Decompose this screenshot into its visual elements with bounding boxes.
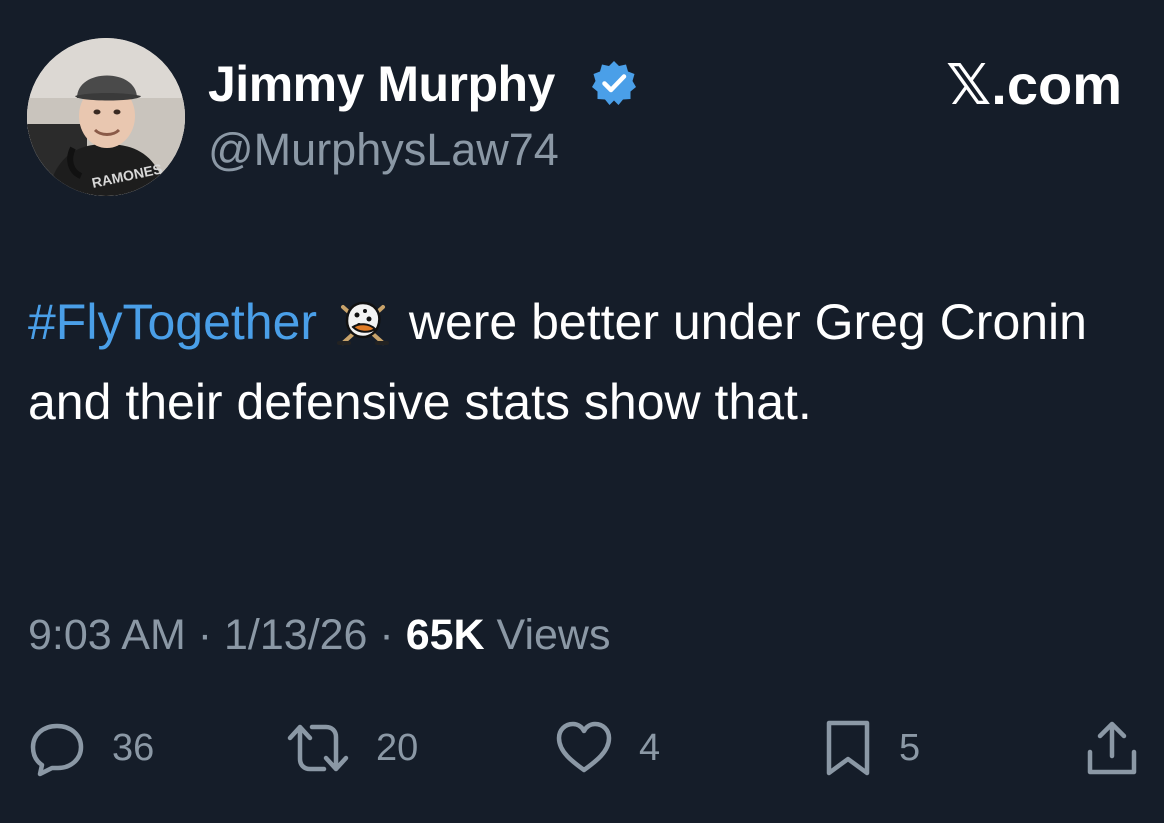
reply-count: 36 bbox=[112, 726, 155, 769]
like-button[interactable]: 4 bbox=[555, 716, 660, 780]
author-display-name[interactable]: Jimmy Murphy bbox=[208, 54, 555, 114]
views-label: Views bbox=[496, 611, 611, 659]
tweet-meta: 9:03 AM · 1/13/26 · 65K Views bbox=[28, 608, 610, 662]
views-count[interactable]: 65K bbox=[406, 611, 485, 659]
like-count: 4 bbox=[639, 726, 661, 769]
heart-icon bbox=[556, 721, 612, 773]
bookmark-count: 5 bbox=[899, 726, 921, 769]
tweet-actions-bar: 36 20 4 5 bbox=[28, 716, 1140, 780]
meta-separator: · bbox=[197, 611, 213, 659]
repost-count: 20 bbox=[376, 726, 419, 769]
tweet-time[interactable]: 9:03 AM bbox=[28, 611, 186, 659]
tweet-card: RAMONES Jimmy Murphy @MurphysLaw74 𝕏.com… bbox=[0, 0, 1164, 823]
tweet-text: #FlyTogether were better under Greg Cron… bbox=[28, 282, 1128, 442]
author-handle[interactable]: @MurphysLaw74 bbox=[208, 122, 559, 178]
reply-button[interactable]: 36 bbox=[28, 716, 154, 780]
bookmark-icon bbox=[826, 720, 870, 776]
duck-logo-icon bbox=[336, 301, 389, 345]
repost-button[interactable]: 20 bbox=[286, 716, 418, 780]
share-icon bbox=[1087, 721, 1137, 775]
hashtag-link[interactable]: #FlyTogether bbox=[28, 294, 317, 350]
verified-badge-icon bbox=[592, 61, 636, 105]
avatar[interactable]: RAMONES bbox=[27, 38, 185, 196]
x-brand-logo: 𝕏.com bbox=[946, 53, 1122, 116]
reply-icon bbox=[30, 723, 84, 777]
repost-icon bbox=[287, 724, 349, 772]
meta-separator: · bbox=[379, 611, 394, 659]
bookmark-button[interactable]: 5 bbox=[823, 716, 920, 780]
avatar-photo: RAMONES bbox=[27, 38, 185, 196]
share-button[interactable] bbox=[1084, 716, 1140, 780]
tweet-date[interactable]: 1/13/26 bbox=[224, 611, 367, 659]
